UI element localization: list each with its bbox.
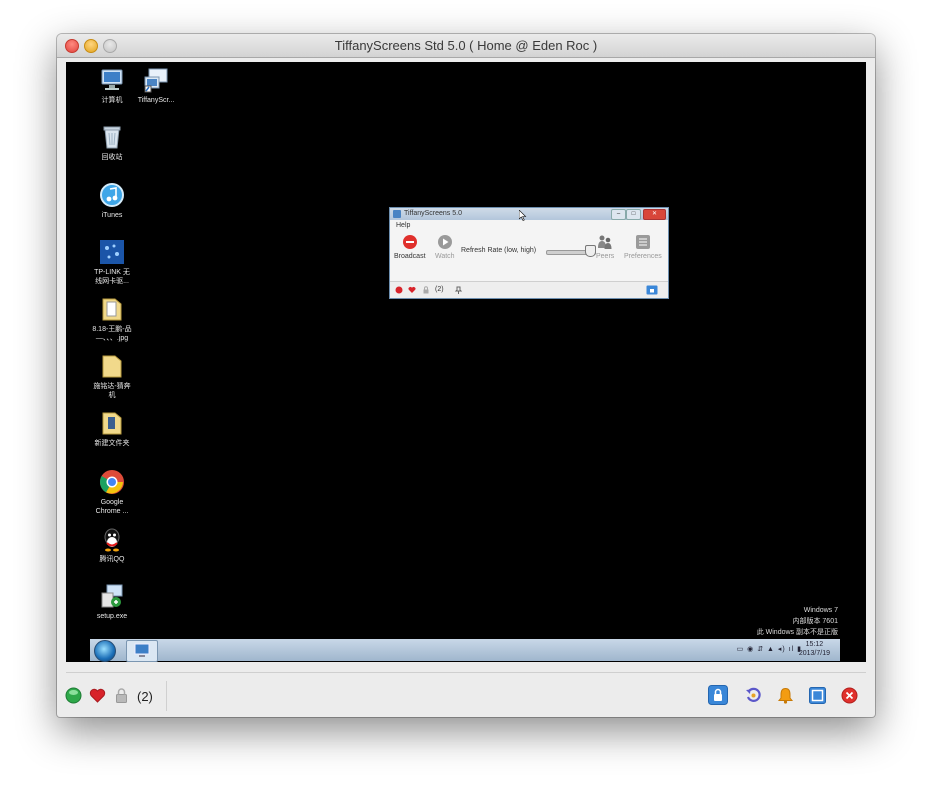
watch-label: Watch — [435, 253, 455, 260]
titlebar[interactable]: TiffanyScreens Std 5.0 ( Home @ Eden Roc… — [57, 34, 875, 58]
app-menu-help[interactable]: Help — [390, 220, 668, 232]
heart-icon — [408, 286, 416, 293]
mac-window: TiffanyScreens Std 5.0 ( Home @ Eden Roc… — [57, 34, 875, 717]
bottom-toolbar: (2) — [57, 677, 875, 715]
folder-icon — [102, 412, 122, 435]
status-dot-icon — [395, 286, 403, 294]
app-status-count: (2) — [435, 286, 444, 293]
desktop-icon-label: 新建文件夹 — [94, 440, 130, 447]
peer-count: (2) — [137, 689, 153, 704]
desktop-icon-label: 8.18-王鹏-品 —、、、.jpg — [92, 326, 132, 342]
desktop-icon-label: TP-LINK 无 线网卡驱... — [94, 269, 130, 285]
fullscreen-icon[interactable] — [809, 687, 826, 704]
desktop-icon-tiffanyscreens[interactable]: TiffanyScr... — [130, 67, 182, 105]
setup-icon — [101, 584, 123, 608]
taskbar-app-button[interactable] — [126, 640, 158, 662]
desktop-icon-label: iTunes — [101, 212, 123, 219]
app-title: TiffanyScreens 5.0 — [404, 210, 462, 217]
folder-icon — [102, 298, 122, 321]
folder-icon — [102, 355, 122, 378]
desktop-icon-qq[interactable]: 腾讯QQ — [86, 526, 138, 564]
bell-icon[interactable] — [777, 687, 794, 704]
desktop-icon-folder-3[interactable]: 新建文件夹 — [86, 410, 138, 448]
tiffanyscreens-shortcut-icon — [144, 68, 168, 93]
peers-icon — [598, 235, 612, 249]
remote-desktop[interactable]: 计算机 TiffanyScr... 回收站 iTunes TP-LINK 无 线… — [66, 62, 866, 662]
desktop-icon-label: Google Chrome ... — [95, 499, 129, 515]
broadcast-label: Broadcast — [394, 253, 426, 260]
desktop-icon-label: 腾讯QQ — [99, 556, 125, 563]
desktop-icon-label: setup.exe — [96, 613, 128, 620]
lock-icon[interactable] — [113, 687, 130, 704]
clock-date: 2013/7/19 — [798, 650, 830, 657]
pin-icon — [454, 286, 462, 294]
qq-icon — [104, 528, 120, 552]
refresh-rate-label: Refresh Rate (low, high) — [461, 247, 537, 254]
desktop-icon-recycle-bin[interactable]: 回收站 — [86, 124, 138, 162]
taskbar-clock[interactable]: 15:12 2013/7/19 — [799, 640, 830, 658]
desktop-icon-label: 回收站 — [101, 154, 123, 161]
app-minimize-button[interactable]: – — [611, 209, 626, 220]
mouse-cursor-icon — [519, 210, 527, 221]
desktop-icon-folder-1[interactable]: 8.18-王鹏-品 —、、、.jpg — [86, 296, 138, 343]
app-titlebar[interactable]: TiffanyScreens 5.0 – □ ✕ — [390, 208, 668, 220]
tp-link-icon — [100, 240, 124, 264]
system-tray[interactable]: ▭ ◉ ⇵ ▲ ◂) ıl ▮ — [737, 645, 802, 653]
desktop-icon-itunes[interactable]: iTunes — [86, 182, 138, 220]
watermark-line: Windows 7 — [803, 607, 838, 614]
preferences-icon — [635, 235, 650, 249]
bottom-divider — [166, 681, 167, 711]
broadcast-stop-icon — [402, 235, 417, 249]
lock-screen-icon[interactable] — [708, 685, 728, 705]
desktop-icon-setup[interactable]: setup.exe — [86, 583, 138, 621]
lock-icon — [423, 286, 429, 294]
heart-icon[interactable] — [89, 687, 106, 704]
green-status-icon[interactable] — [65, 687, 82, 704]
play-icon — [437, 235, 452, 249]
desktop-icon-folder-2[interactable]: 施铭达-猜奔 机 — [86, 353, 138, 400]
itunes-icon — [100, 183, 124, 207]
desktop-icon-tp-link[interactable]: TP-LINK 无 线网卡驱... — [86, 239, 138, 286]
watermark-line: 此 Windows 副本不是正版 — [756, 629, 838, 636]
watch-button[interactable]: Watch — [435, 234, 455, 260]
preferences-button[interactable]: Preferences — [624, 234, 662, 260]
recycle-bin-icon — [103, 126, 121, 149]
clock-time: 15:12 — [805, 641, 824, 648]
computer-icon — [101, 69, 123, 90]
close-session-icon[interactable] — [841, 687, 858, 704]
chrome-icon — [99, 470, 124, 494]
peers-label: Peers — [596, 253, 615, 260]
refresh-icon[interactable] — [745, 687, 762, 704]
windows-taskbar: ▭ ◉ ⇵ ▲ ◂) ıl ▮ 15:12 2013/7/19 — [90, 639, 840, 662]
broadcast-button[interactable]: Broadcast — [394, 234, 426, 260]
app-logo-icon — [393, 210, 401, 218]
lock-screen-icon[interactable] — [646, 285, 658, 295]
preferences-label: Preferences — [624, 253, 662, 260]
app-status-bar: (2) — [390, 281, 668, 298]
bottom-separator — [66, 672, 866, 673]
app-maximize-button[interactable]: □ — [626, 209, 641, 220]
watermark-line: 内部版本 7601 — [792, 618, 838, 625]
desktop-icon-chrome[interactable]: Google Chrome ... — [86, 469, 138, 516]
tiffanyscreens-app-window[interactable]: TiffanyScreens 5.0 – □ ✕ Help Broadcast — [389, 207, 669, 299]
refresh-rate-slider-thumb[interactable] — [585, 245, 596, 257]
desktop-icon-label: TiffanyScr... — [137, 97, 175, 104]
windows-watermark: Windows 7 内部版本 7601 此 Windows 副本不是正版 — [757, 605, 838, 638]
desktop-icon-label: 施铭达-猜奔 机 — [93, 383, 131, 399]
window-title: TiffanyScreens Std 5.0 ( Home @ Eden Roc… — [334, 38, 598, 53]
app-toolbar: Broadcast Watch Refresh Rate (low, high) — [390, 232, 668, 272]
start-button[interactable] — [94, 640, 116, 662]
app-close-button[interactable]: ✕ — [643, 209, 666, 220]
monitor-icon — [134, 643, 150, 657]
peers-button[interactable]: Peers — [596, 234, 614, 260]
